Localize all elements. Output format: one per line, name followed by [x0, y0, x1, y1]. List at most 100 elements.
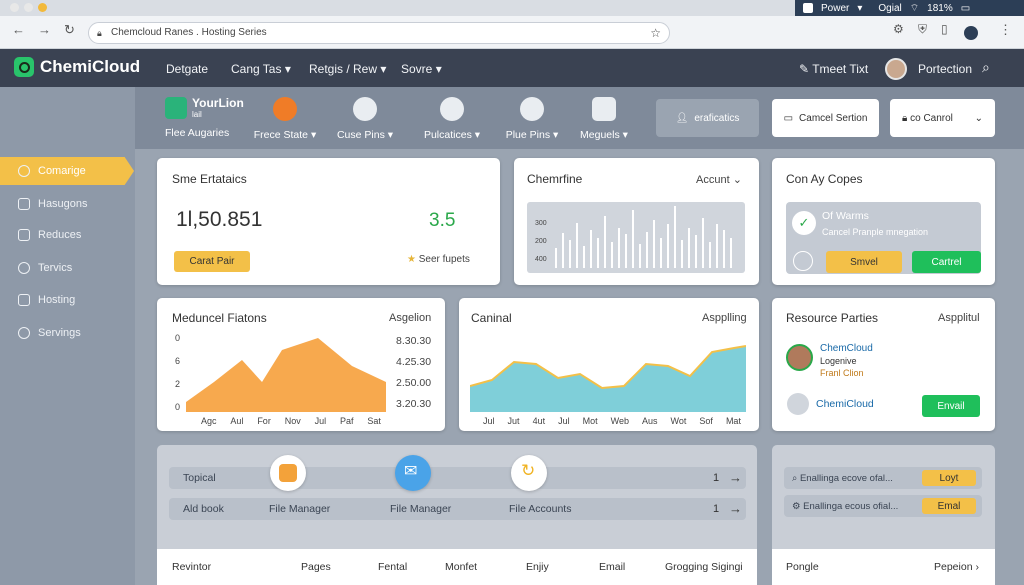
x-tick: For [257, 416, 271, 426]
table-header[interactable]: Monfet [445, 561, 477, 573]
chart-bar [723, 230, 725, 268]
chart-bar [695, 235, 697, 268]
table-action[interactable]: Pepeion › [934, 561, 979, 573]
account-sub: lail [192, 110, 202, 119]
quick-row-topical[interactable]: Topical [169, 467, 746, 489]
chart-bar [681, 240, 683, 268]
table-header[interactable]: Fental [378, 561, 407, 573]
user-menu-label[interactable]: Portection [918, 62, 972, 76]
chart-bar [730, 238, 732, 268]
quick-row-ald-book[interactable]: Ald book [169, 498, 746, 520]
teal-area-title: Caninal [471, 311, 512, 325]
profile-icon[interactable] [964, 26, 978, 40]
sidebar-item-hosting[interactable]: Hosting [0, 286, 135, 314]
save-button[interactable]: Smvel [826, 251, 902, 273]
person-name[interactable]: ChemCloud [820, 343, 873, 354]
database-icon [520, 97, 544, 121]
shield-icon[interactable]: ⛨ [918, 22, 927, 37]
folder-icon [18, 198, 30, 210]
verification-button[interactable]: 👤︎ eraficatics [656, 99, 759, 137]
power-menu[interactable]: Power [821, 3, 849, 14]
search-text-link[interactable]: ✎ Tmeet Tixt [799, 62, 868, 76]
star-icon: ★ [407, 254, 416, 265]
arrow-right-icon[interactable]: → [729, 501, 742, 516]
control-button[interactable]: Cartrel [912, 251, 981, 273]
login-button[interactable]: Loyt [922, 470, 976, 486]
teal-area-side: Aspplling [702, 312, 747, 324]
email-button[interactable]: Emal [922, 498, 976, 514]
more-menu-icon[interactable]: ⋮ [999, 22, 1012, 38]
chart-bar [611, 242, 613, 268]
sidebar-item-comarige[interactable]: Comarige [0, 157, 134, 185]
extension-icon[interactable]: ⚙ [893, 22, 904, 36]
clipboard-icon[interactable]: ▯ [941, 22, 948, 36]
item2-label[interactable]: ChemiCloud [816, 398, 874, 410]
stats-big-number: 1l,50.851 [176, 208, 263, 231]
window-minimize-dot[interactable] [24, 3, 33, 12]
account-switcher[interactable]: YourLion lail Flee Augaries [165, 96, 245, 139]
window-close-dot[interactable] [10, 3, 19, 12]
file-manager-icon[interactable] [270, 455, 306, 491]
star-icon[interactable]: ☆ [650, 23, 661, 43]
nav-link-retgis[interactable]: Retgis / Rew ▾ [309, 62, 386, 76]
arrow-right-icon[interactable]: → [729, 470, 742, 485]
tool-frece-state[interactable]: Frece State ▾ [245, 97, 325, 141]
tool-cuse-pins[interactable]: Cuse Pins ▾ [325, 97, 405, 141]
nav-link-sovre[interactable]: Sovre ▾ [401, 62, 442, 76]
value-label: 4.25.30 [396, 356, 432, 368]
avatar[interactable] [885, 58, 907, 80]
apple-icon[interactable] [803, 3, 813, 13]
feature-label[interactable]: File Manager [269, 503, 330, 515]
reload-icon[interactable]: ↻ [64, 22, 75, 38]
chart-bar [702, 218, 704, 268]
chevron-down-icon: ⌄ [974, 112, 983, 124]
row-count: 1 [713, 503, 720, 515]
app-navbar [0, 49, 1024, 87]
feature-label[interactable]: File Accounts [509, 503, 571, 515]
mail-icon[interactable]: ✉ [395, 455, 431, 491]
carat-pair-button[interactable]: Carat Pair [174, 251, 250, 272]
sidebar-item-reduces[interactable]: Reduces [0, 221, 135, 249]
feature-label[interactable]: File Manager [390, 503, 451, 515]
search-icon[interactable]: ⌕ [982, 59, 990, 76]
x-tick: Paf [340, 416, 354, 426]
table-header[interactable]: Revintor [172, 561, 211, 573]
nav-link-detgate[interactable]: Detgate [166, 62, 208, 76]
brand-logo[interactable]: ChemiCloud [14, 57, 140, 77]
sidebar-item-hasugons[interactable]: Hasugons [0, 190, 135, 218]
check-circle-icon: ✓ [792, 211, 816, 235]
table-header[interactable]: Enjiy [526, 561, 549, 573]
table-header[interactable]: Email [599, 561, 625, 573]
sidebar-item-tervics[interactable]: Tervics [0, 254, 135, 282]
table-header[interactable]: Grogging Sigingi [665, 561, 743, 573]
x-tick: Wot [670, 416, 687, 426]
sidebar-item-servings[interactable]: Servings [0, 319, 135, 347]
control-dropdown[interactable]: 🔒︎ co Canrol ⌄ [890, 99, 995, 137]
cancel-section-button[interactable]: ▭ Camcel Sertion [772, 99, 879, 137]
chart-bar [625, 234, 627, 268]
x-tick: Mot [582, 416, 598, 426]
back-icon[interactable]: ← [12, 22, 25, 37]
forward-icon[interactable]: → [38, 22, 51, 37]
nav-link-cang-tas[interactable]: Cang Tas ▾ [231, 62, 291, 76]
user-icon: 👤︎ [675, 112, 689, 124]
stats-green-number: 3.5 [429, 210, 456, 231]
table-header[interactable]: Pongle [786, 561, 819, 573]
address-bar[interactable]: 🔒︎ Chemcloud Ranes . Hosting Series ☆ [88, 22, 670, 44]
x-tick: Nov [284, 416, 301, 426]
see-reports-link[interactable]: ★ Seer fupets [407, 254, 470, 265]
window-zoom-dot[interactable] [38, 3, 47, 12]
tool-plue-pins[interactable]: Plue Pins ▾ [492, 97, 572, 141]
email-button[interactable]: Envail [922, 395, 980, 417]
copes-title: Con Ay Copes [786, 172, 863, 186]
copes-line2: Cancel Pranple mnegation [822, 227, 929, 237]
chart-bar [716, 224, 718, 268]
avatar[interactable] [786, 344, 813, 371]
chart-bar [632, 210, 634, 268]
tool-pulcatices[interactable]: Pulcatices ▾ [412, 97, 492, 141]
tool-meguels[interactable]: Meguels ▾ [564, 97, 644, 141]
table-header[interactable]: Pages [301, 561, 331, 573]
account-dropdown[interactable]: Accunt ⌄ [696, 173, 742, 186]
refresh-account-icon[interactable]: ↻ [511, 455, 547, 491]
x-tick: Agc [201, 416, 217, 426]
